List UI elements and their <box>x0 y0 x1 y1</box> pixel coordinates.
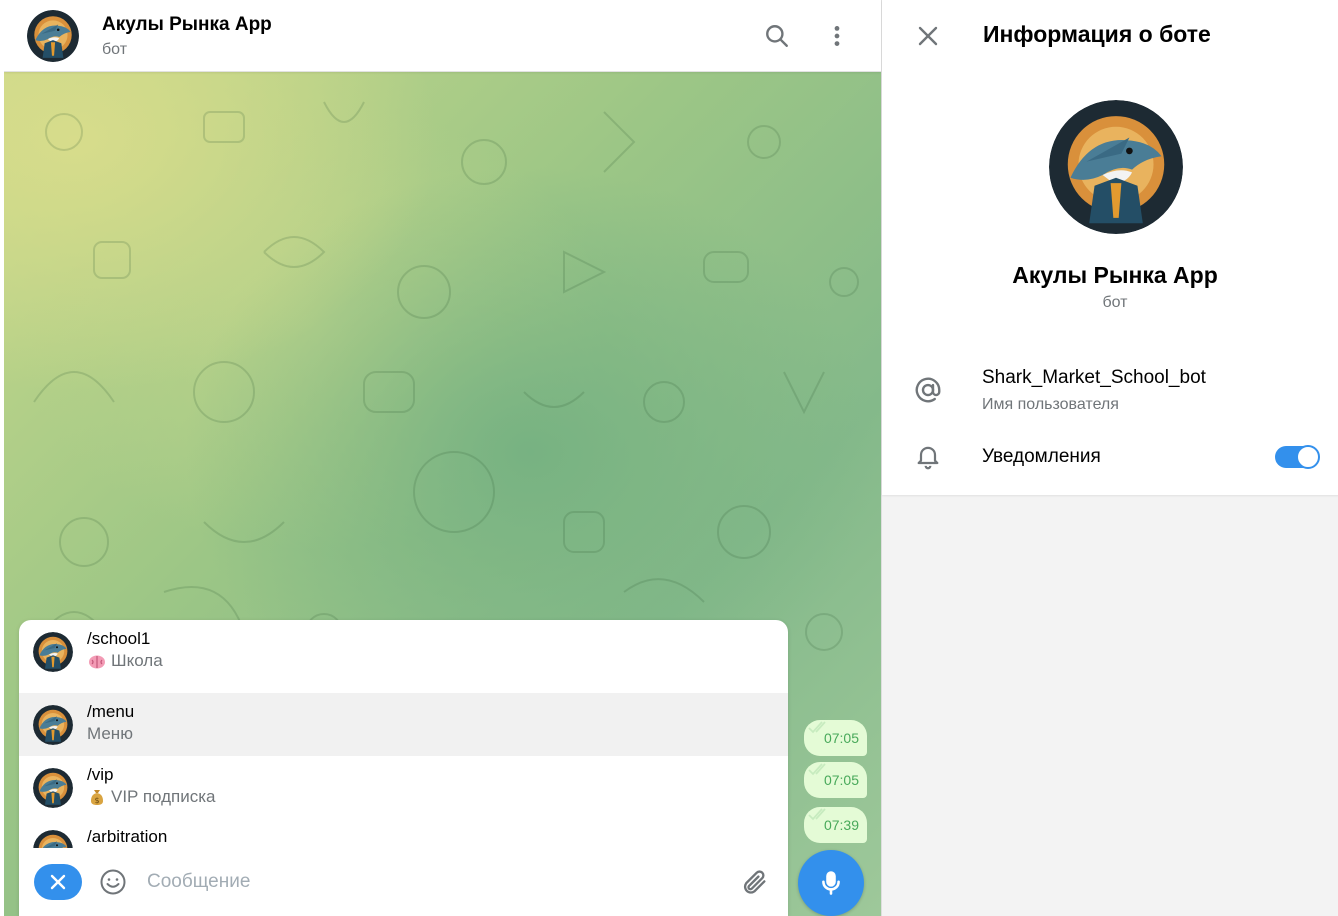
bot-avatar <box>33 768 73 808</box>
notifications-toggle[interactable] <box>1275 445 1320 469</box>
command-item-vip[interactable]: /vip $ VIP подписка <box>19 756 788 819</box>
bot-info-card: Информация о боте Акулы Рынка App бот Sh… <box>882 0 1338 495</box>
chat-subtitle: бот <box>102 41 128 58</box>
command-description: $ VIP подписка <box>87 787 216 807</box>
bot-type-label: бот <box>1102 294 1128 311</box>
microphone-icon <box>822 871 840 895</box>
message-bubble[interactable]: 07:39 <box>803 807 867 843</box>
bot-profile-avatar[interactable] <box>1049 100 1183 234</box>
message-composer <box>19 848 788 916</box>
info-panel-title: Информация о боте <box>983 21 1211 47</box>
close-icon <box>50 874 66 890</box>
close-info-button[interactable] <box>914 22 942 50</box>
command-desc-text: VIP подписка <box>111 787 216 806</box>
bot-avatar <box>33 705 73 745</box>
command-description: Школа <box>87 651 163 671</box>
command-item-school1[interactable]: /school1 Школа <box>19 620 788 683</box>
bot-name: Акулы Рынка App <box>1012 262 1218 288</box>
double-check-icon <box>808 808 826 821</box>
bot-avatar <box>33 632 73 672</box>
close-icon <box>918 26 938 46</box>
bot-username[interactable]: Shark_Market_School_bot <box>982 367 1206 389</box>
command-name: /menu <box>87 702 135 721</box>
chat-header: Акулы Рынка App бот <box>4 0 881 72</box>
notifications-label: Уведомления <box>982 446 1101 467</box>
command-description: Меню <box>87 724 133 744</box>
command-name: /arbitration <box>87 827 168 846</box>
smiley-icon[interactable] <box>99 868 127 896</box>
chat-column: Акулы Рынка App бот 07:05 07:05 07:39 /s… <box>4 0 881 916</box>
message-bubble[interactable]: 07:05 <box>803 720 867 756</box>
money-bag-emoji-icon: $ <box>91 790 103 805</box>
paperclip-icon[interactable] <box>741 868 769 896</box>
message-bubble[interactable]: 07:05 <box>803 762 867 798</box>
svg-text:$: $ <box>94 796 99 805</box>
brain-emoji-icon <box>89 655 105 669</box>
command-item-menu[interactable]: /menu Меню <box>19 693 788 756</box>
bot-avatar[interactable] <box>27 10 79 62</box>
more-vertical-icon[interactable] <box>823 22 851 50</box>
double-check-icon <box>808 763 826 776</box>
username-label: Имя пользователя <box>982 396 1119 413</box>
command-desc-text: Меню <box>87 724 133 743</box>
bell-icon <box>912 440 944 472</box>
message-input[interactable] <box>147 862 707 902</box>
command-name: /vip <box>87 765 114 784</box>
bot-info-panel: Информация о боте Акулы Рынка App бот Sh… <box>881 0 1338 916</box>
command-name: /school1 <box>87 629 151 648</box>
chat-title[interactable]: Акулы Рынка App <box>102 14 272 36</box>
command-desc-text: Школа <box>111 651 163 670</box>
toggle-knob <box>1296 445 1320 469</box>
at-sign-icon <box>912 374 944 406</box>
search-icon[interactable] <box>763 22 791 50</box>
close-commands-button[interactable] <box>34 864 82 900</box>
voice-record-button[interactable] <box>798 850 864 916</box>
double-check-icon <box>808 721 826 734</box>
